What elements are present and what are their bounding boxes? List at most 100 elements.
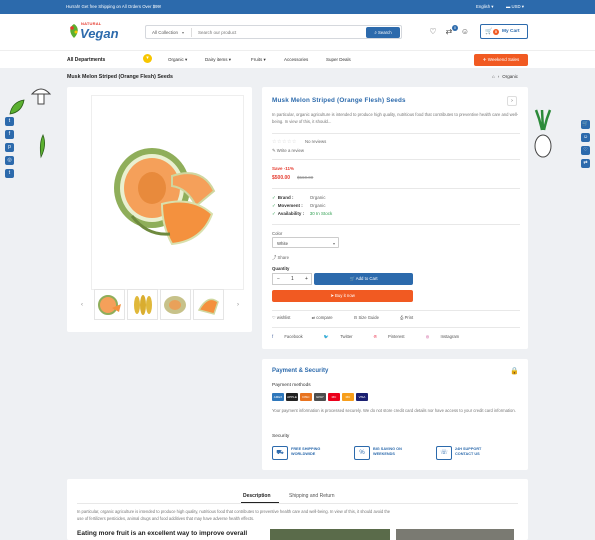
compare-icon[interactable]: ⇄ 0 [444,25,458,37]
logo[interactable]: NATURAL Vegan [66,20,124,44]
divider [272,133,520,134]
spec-brand: ✓ Brand : Organic [272,195,326,200]
twitter-icon: 🐦 [323,334,330,339]
facebook-share[interactable]: f Facebook [272,334,313,339]
breadcrumb-organic[interactable]: Organic [502,74,518,79]
nav-item-fruits[interactable]: Fruits ▾ [251,57,266,63]
product-title: Musk Melon Striped (Orange Flesh) Seeds [272,97,406,104]
cart-button[interactable]: 🛒 0 My Cart [480,24,528,39]
right-tool-sidebar: 🛒 ☺ ♡ ⇄ [581,120,590,172]
gallery-prev-arrow[interactable]: ‹ [77,300,87,310]
cart-icon: 🛒 [485,29,493,35]
cart-label: My Cart [502,29,520,34]
payment-note: Your payment information is processed se… [272,408,516,413]
color-select[interactable]: White ▾ [272,237,339,248]
weekend-sales-button[interactable]: ✈ Weekend Sales [474,54,528,66]
tumblr-icon[interactable]: t [5,169,14,178]
page-title: Musk Melon Striped (Orange Flesh) Seeds [67,74,173,80]
instagram-icon[interactable]: ◎ [5,156,14,165]
instagram-share[interactable]: ◎ Instagram [426,334,469,339]
leaf-doodle-icon [9,99,25,115]
product-main-image[interactable] [91,95,244,290]
check-icon: ✓ [272,211,276,216]
account-user-icon[interactable]: ☺ [460,27,470,37]
old-price: $560.00 [297,175,314,180]
tab-heading: Eating more fruit is an excellent way to… [77,530,248,537]
twitter-icon[interactable]: t [5,117,14,126]
payment-card-icon: AMEX [272,393,284,401]
search-divider [191,28,192,37]
facebook-icon: f [272,334,274,339]
language-selector[interactable]: English ▾ [476,4,493,10]
thumbnail-1[interactable] [94,289,125,320]
twitter-share[interactable]: 🐦 Twitter [324,334,363,339]
wishlist-link[interactable]: ♡ wishlist [272,315,300,320]
write-review-link[interactable]: ✎ Write a review [272,148,304,154]
nav-item-super-deals[interactable]: Super Deals [326,57,351,62]
chevron-down-icon[interactable]: ▾ [143,54,152,63]
save-badge: Save -11% [272,166,295,171]
product-tabs: Description Shipping and Return In parti… [67,479,528,540]
payment-card-icon: APPLE [286,393,298,401]
nav-item-organic[interactable]: Organic ▾ [168,57,187,63]
payment-card-icon: MC [342,393,354,401]
thumbnail-4[interactable] [193,289,224,320]
mushroom-doodle-icon [30,88,52,105]
user-icon[interactable]: ☺ [581,133,590,142]
product-gallery: ‹ › [67,87,252,332]
decrease-button[interactable]: − [277,276,280,282]
social-share: f Facebook 🐦 Twitter ℗ Pinterest ◎ Insta… [272,334,479,340]
payment-card-icon: VISA [356,393,368,401]
facebook-icon[interactable]: f [5,130,14,139]
compare-link[interactable]: ⇄ compare [312,315,343,320]
tab-shipping-return[interactable]: Shipping and Return [289,493,335,499]
quantity-value[interactable]: 1 [291,276,294,282]
chevron-down-icon: ▾ [182,30,185,35]
heart-icon[interactable]: ♡ [581,146,590,155]
next-product-arrow[interactable]: › [507,96,517,106]
chevron-down-icon: ▾ [332,241,335,246]
left-social-sidebar: t f p ◎ t [5,117,14,182]
wishlist-heart-icon[interactable]: ♡ [428,27,438,37]
payment-card-list: AMEX APPLE DISC GPAY MC MC VISA [272,393,370,401]
thumbnail-3[interactable] [160,289,191,320]
nav-item-dairy[interactable]: Dairy items ▾ [205,57,231,63]
gallery-next-arrow[interactable]: › [233,300,243,310]
share-link[interactable]: ⤴ Share [272,255,289,261]
quantity-label: Quantity [272,266,290,271]
increase-button[interactable]: + [305,276,308,282]
nav-item-accessories[interactable]: Accessories [284,57,308,62]
search-input[interactable] [198,28,358,37]
cart-count-badge: 0 [493,29,499,35]
pinterest-share[interactable]: ℗ Pinterest [374,334,415,339]
instagram-icon: ◎ [425,334,430,339]
currency-selector[interactable]: ▬ USD ▾ [506,4,524,10]
breadcrumb: ⌂ › Organic [492,74,518,79]
logo-leaf-icon [70,24,78,38]
divider [272,224,520,225]
home-icon[interactable]: ⌂ [492,74,495,79]
product-short-description: In particular, organic agriculture is in… [272,112,519,124]
size-guide-link[interactable]: ⊟ Size Guide [354,315,389,320]
security-label: Security [272,434,290,439]
tab-description-text: In particular, organic agriculture is in… [77,509,391,521]
add-to-cart-button[interactable]: 🛒 Add to Cart [314,273,413,285]
header: NATURAL Vegan All Collection ▾ ⌕ Search … [0,14,595,50]
truck-icon: ⛟ [272,446,288,460]
main-nav: All Departments ▾ Organic ▾ Dairy items … [0,50,595,68]
percent-icon: % [354,446,370,460]
pinterest-icon[interactable]: p [5,143,14,152]
tab-description[interactable]: Description [243,493,271,499]
print-link[interactable]: ⎙ Print [400,315,423,320]
search-category[interactable]: All Collection [152,30,178,35]
divider [77,503,518,504]
all-departments-menu[interactable]: All Departments [67,57,105,63]
search-button[interactable]: ⌕ Search [366,27,400,38]
quantity-stepper[interactable]: − 1 + [272,273,312,285]
lock-icon: 🔒 [510,368,519,375]
compare-icon[interactable]: ⇄ [581,159,590,168]
divider [272,159,520,160]
cart-icon[interactable]: 🛒 [581,120,590,129]
buy-now-button[interactable]: ➤ Buy it now [272,290,413,302]
thumbnail-2[interactable] [127,289,158,320]
